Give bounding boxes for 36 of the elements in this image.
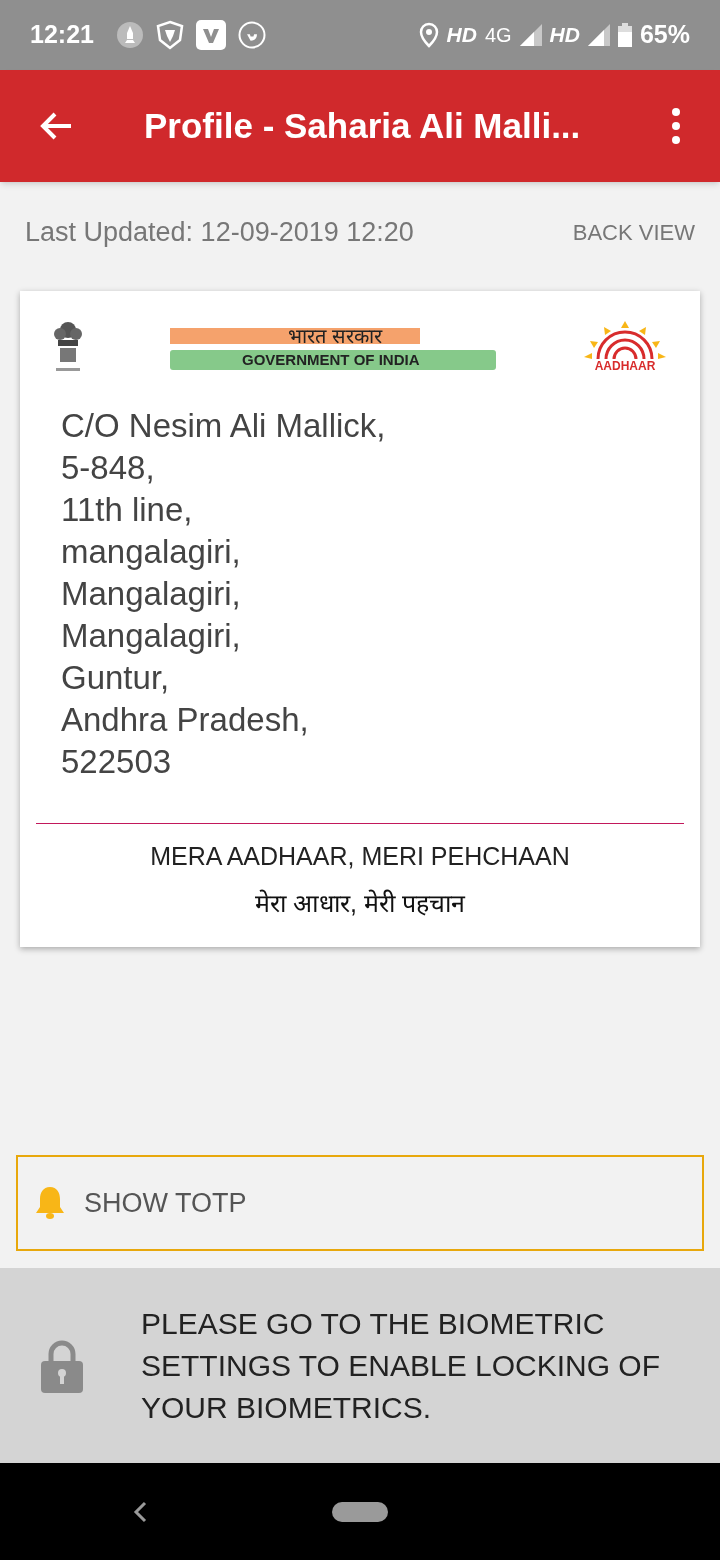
location-icon [418, 22, 439, 48]
more-options-button[interactable] [670, 108, 682, 144]
battery-icon [617, 23, 632, 47]
lock-icon [41, 1338, 83, 1393]
address-line: mangalagiri, [61, 531, 242, 572]
hd-indicator: HD [549, 22, 580, 49]
address-line: 5-848, [61, 447, 156, 488]
signal-icon [519, 24, 542, 46]
address-line: Andhra Pradesh, [61, 699, 310, 740]
battery-percentage: 65% [639, 19, 690, 51]
show-totp-button[interactable]: SHOW TOTP [16, 1155, 704, 1251]
address-line: Guntur, [61, 657, 171, 698]
rocket-icon [115, 21, 144, 49]
aadhaar-logo-text: AADHAAR [594, 358, 656, 373]
aadhaar-logo-icon [584, 320, 666, 359]
biometric-notice-text: PLEASE GO TO THE BIOMETRIC SETTINGS TO ENABLE LOCKING OF YOUR BIOMETRICS. [141, 1305, 661, 1426]
hd-indicator: HD [446, 22, 477, 49]
address-line: C/O Nesim Ali Mallick, [61, 405, 387, 446]
address-line: 11th line, [61, 489, 194, 530]
address-line: Mangalagiri, [61, 615, 242, 656]
home-nav-button[interactable] [332, 1501, 388, 1522]
emblem-icon [52, 319, 84, 374]
clock: 12:21 [30, 19, 94, 51]
bell-icon [34, 1185, 66, 1221]
motto-hindi: मेरा आधार, मेरी पहचान [255, 888, 465, 919]
banner-english-text: GOVERNMENT OF INDIA [170, 349, 496, 370]
back-view-button[interactable]: BACK VIEW [572, 215, 695, 249]
motto-english: MERA AADHAAR, MERI PEHCHAAN [150, 840, 570, 872]
network-type: 4G [484, 23, 512, 48]
v-app-icon [195, 20, 226, 50]
last-updated-text: Last Updated: 12-09-2019 12:20 [25, 216, 414, 249]
address-line: Mangalagiri, [61, 573, 242, 614]
shield-icon [155, 20, 184, 50]
address-line: 522503 [61, 741, 173, 782]
signal-icon [587, 24, 610, 46]
screen-title: Profile - Saharia Ali Malli... [144, 104, 581, 147]
